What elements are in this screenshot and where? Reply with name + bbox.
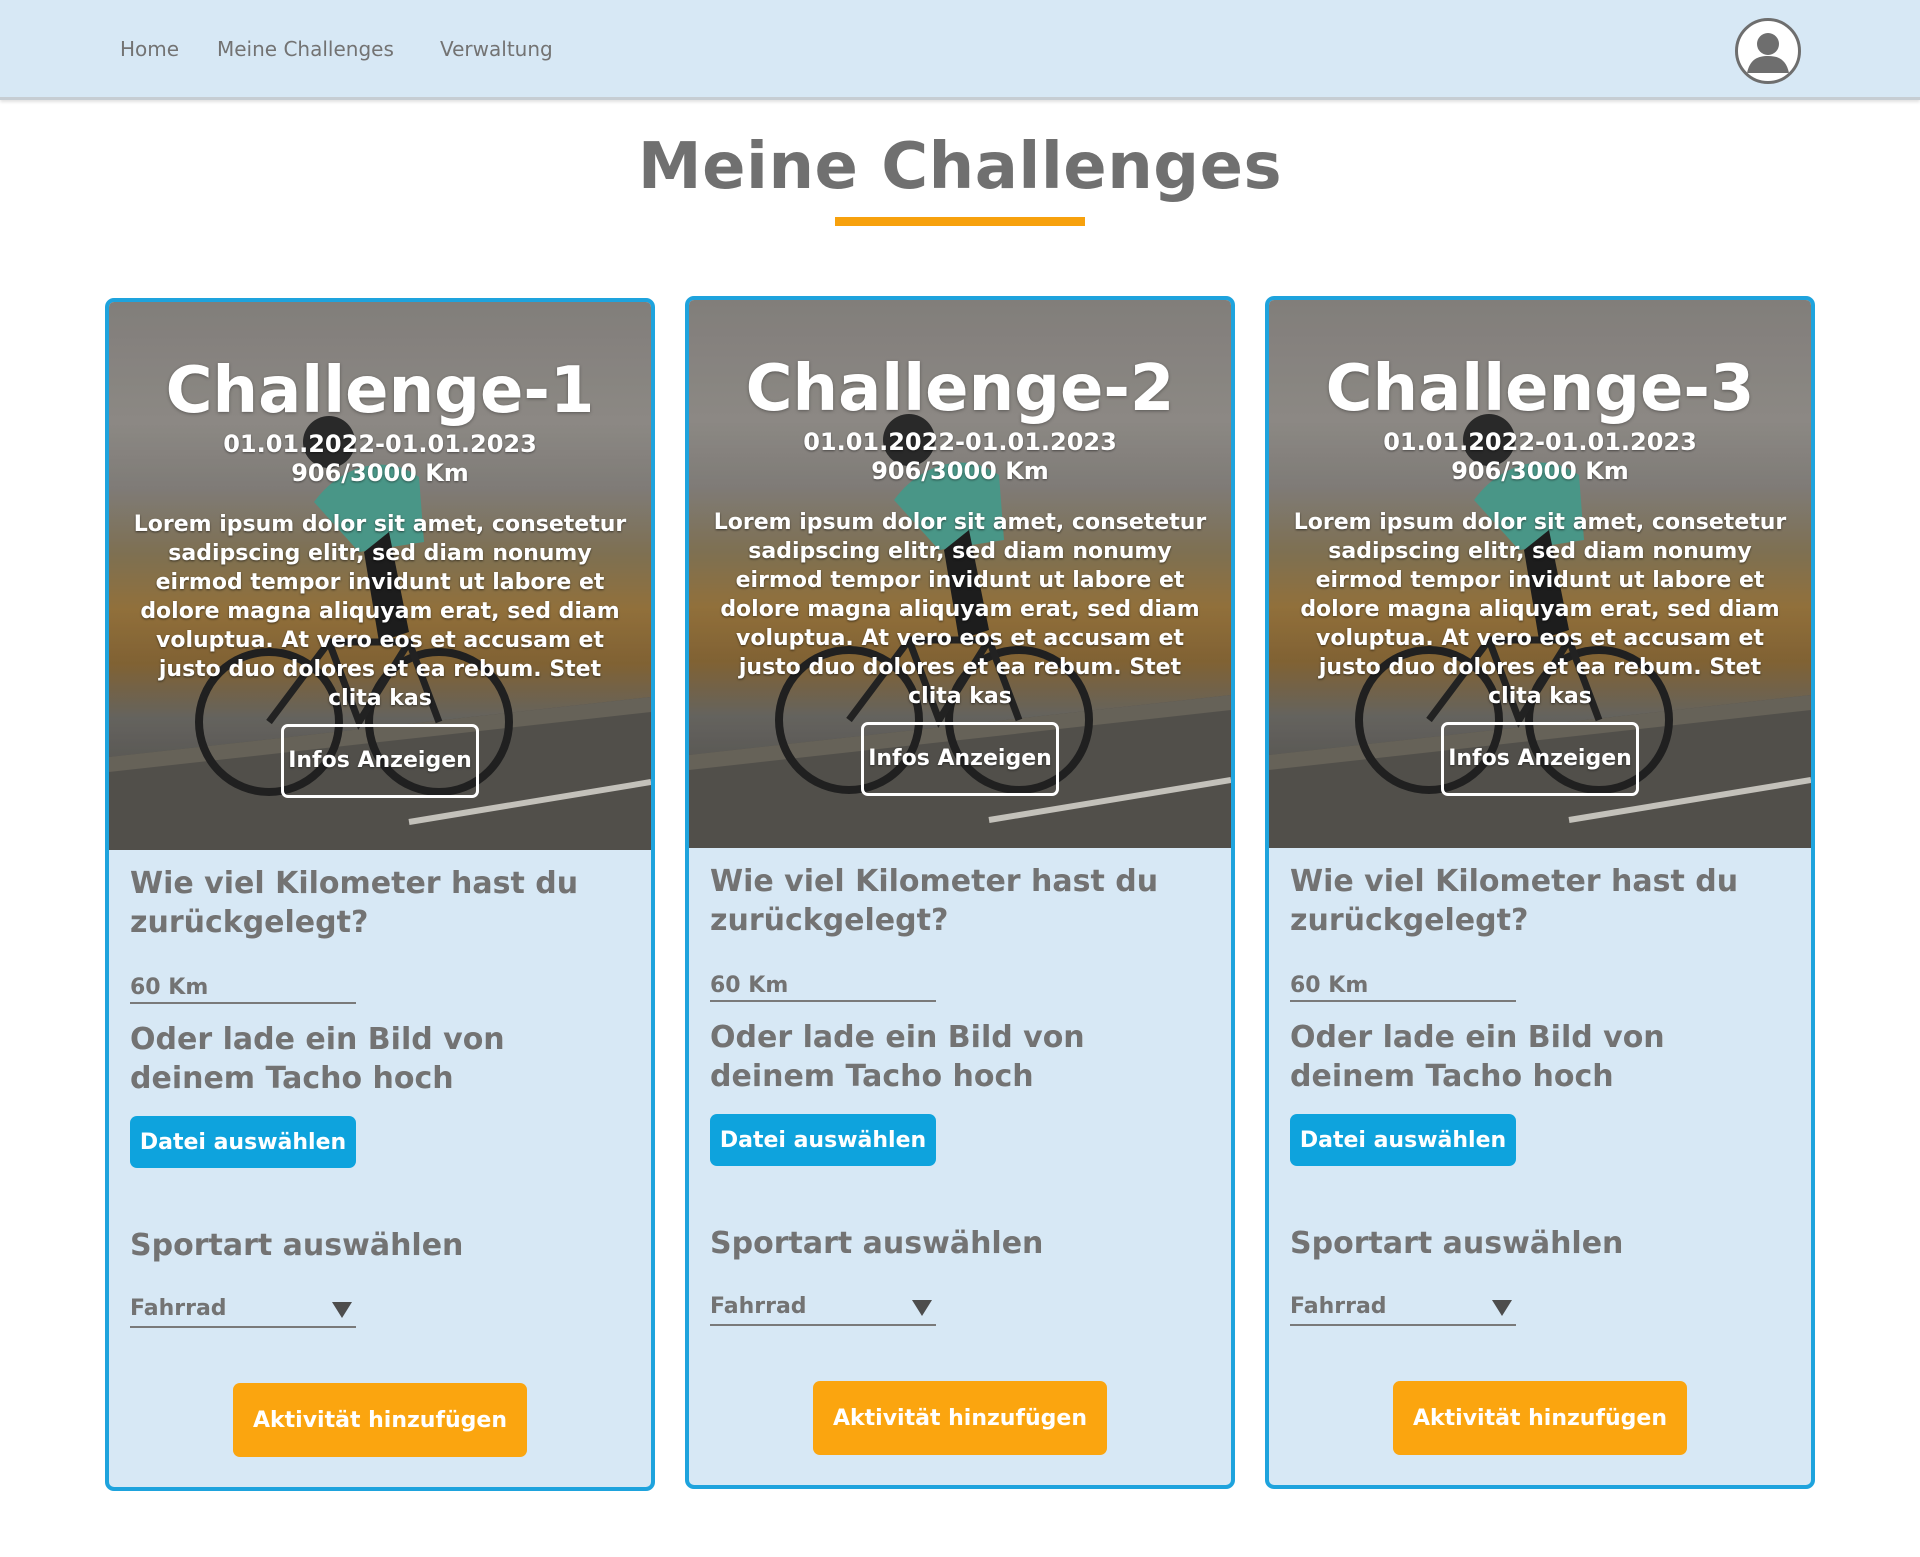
challenge-dates: 01.01.2022-01.01.2023 (1383, 428, 1697, 456)
dropdown-arrow-icon (1492, 1300, 1512, 1316)
show-info-button[interactable]: Infos Anzeigen (1441, 722, 1639, 796)
add-activity-button[interactable]: Aktivität hinzufügen (813, 1381, 1107, 1455)
add-activity-button[interactable]: Aktivität hinzufügen (233, 1383, 527, 1457)
km-question-label: Wie viel Kilometer hast du zurückgelegt? (130, 866, 579, 940)
sport-question-label: Sportart auswählen (130, 1228, 464, 1263)
choose-file-button[interactable]: Datei auswählen (710, 1114, 936, 1166)
km-input[interactable] (130, 972, 356, 1004)
challenge-description: Lorem ipsum dolor sit amet, consetetur s… (1293, 510, 1787, 709)
challenge-title: Challenge-1 (165, 354, 595, 428)
dropdown-arrow-icon (332, 1302, 352, 1318)
challenge-title: Challenge-3 (1325, 352, 1755, 426)
top-navbar: Home Meine Challenges Verwaltung (0, 0, 1920, 100)
nav-link-my-challenges[interactable]: Meine Challenges (217, 37, 394, 61)
choose-file-button[interactable]: Datei auswählen (1290, 1114, 1516, 1166)
km-input[interactable] (1290, 970, 1516, 1002)
upload-question-label: Oder lade ein Bild von deinem Tacho hoch (130, 1022, 505, 1096)
sport-selected-value: Fahrrad (710, 1294, 807, 1319)
challenge-progress: 906/3000 Km (871, 457, 1049, 485)
challenge-card: Challenge-2 01.01.2022-01.01.2023 906/30… (685, 296, 1235, 1489)
sport-select[interactable]: Fahrrad (130, 1292, 356, 1328)
card-hero-image: Challenge-1 01.01.2022-01.01.2023 906/30… (109, 302, 651, 850)
card-hero-image: Challenge-3 01.01.2022-01.01.2023 906/30… (1269, 300, 1811, 848)
card-hero-image: Challenge-2 01.01.2022-01.01.2023 906/30… (689, 300, 1231, 848)
km-question-label: Wie viel Kilometer hast du zurückgelegt? (1290, 864, 1739, 938)
challenge-dates: 01.01.2022-01.01.2023 (223, 430, 537, 458)
title-underline (835, 217, 1085, 226)
upload-question-label: Oder lade ein Bild von deinem Tacho hoch (710, 1020, 1085, 1094)
sport-select[interactable]: Fahrrad (1290, 1290, 1516, 1326)
sport-selected-value: Fahrrad (130, 1296, 227, 1321)
upload-question-label: Oder lade ein Bild von deinem Tacho hoch (1290, 1020, 1665, 1094)
show-info-button[interactable]: Infos Anzeigen (861, 722, 1059, 796)
challenge-card: Challenge-3 01.01.2022-01.01.2023 906/30… (1265, 296, 1815, 1489)
challenge-dates: 01.01.2022-01.01.2023 (803, 428, 1117, 456)
nav-link-home[interactable]: Home (120, 37, 179, 61)
user-avatar-icon[interactable] (1735, 18, 1801, 84)
challenge-progress: 906/3000 Km (291, 459, 469, 487)
add-activity-button[interactable]: Aktivität hinzufügen (1393, 1381, 1687, 1455)
choose-file-button[interactable]: Datei auswählen (130, 1116, 356, 1168)
km-input[interactable] (710, 970, 936, 1002)
challenge-progress: 906/3000 Km (1451, 457, 1629, 485)
show-info-button[interactable]: Infos Anzeigen (281, 724, 479, 798)
sport-select[interactable]: Fahrrad (710, 1290, 936, 1326)
sport-question-label: Sportart auswählen (1290, 1226, 1624, 1261)
dropdown-arrow-icon (912, 1300, 932, 1316)
page-title: Meine Challenges (637, 130, 1283, 204)
nav-link-administration[interactable]: Verwaltung (440, 37, 553, 61)
challenge-description: Lorem ipsum dolor sit amet, consetetur s… (713, 510, 1207, 709)
challenge-description: Lorem ipsum dolor sit amet, consetetur s… (133, 512, 627, 711)
km-question-label: Wie viel Kilometer hast du zurückgelegt? (710, 864, 1159, 938)
sport-question-label: Sportart auswählen (710, 1226, 1044, 1261)
user-silhouette-icon (1747, 33, 1789, 73)
challenge-card: Challenge-1 01.01.2022-01.01.2023 906/30… (105, 298, 655, 1491)
sport-selected-value: Fahrrad (1290, 1294, 1387, 1319)
challenge-title: Challenge-2 (745, 352, 1175, 426)
